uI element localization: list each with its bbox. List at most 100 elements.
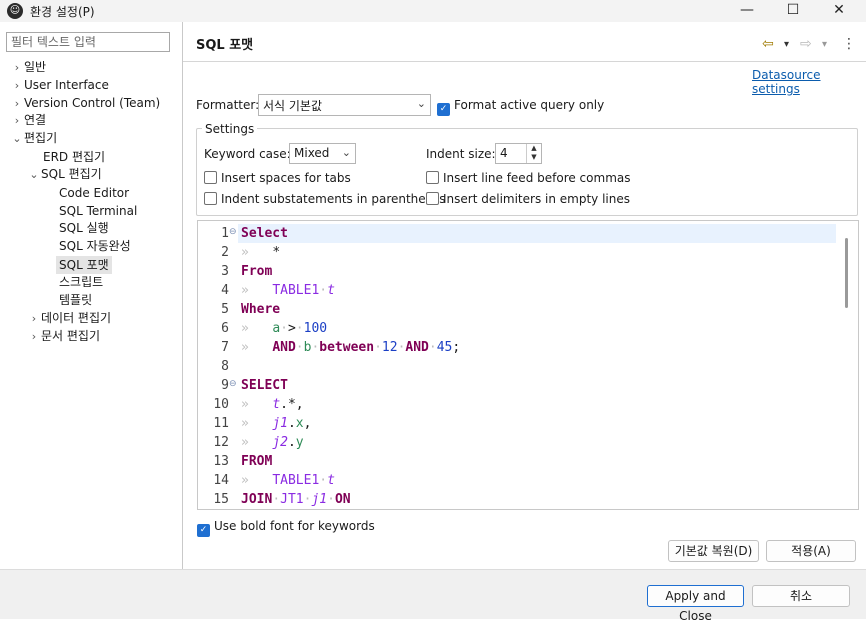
tree-item-label: Version Control (Team) [24, 96, 161, 110]
tree-item-label: 일반 [24, 60, 47, 74]
format-active-query-checkbox[interactable]: ✓ Format active query only [437, 98, 604, 116]
tree-item-scripts[interactable]: 스크립트 [59, 273, 103, 291]
filter-input[interactable] [6, 32, 170, 52]
alias-token: t [272, 397, 281, 412]
back-dropdown-icon[interactable]: ▾ [784, 39, 789, 50]
column-token: y [295, 435, 304, 450]
alias-token: t [327, 473, 335, 488]
tree-item-version-control[interactable]: › Version Control (Team) [10, 94, 160, 112]
number-token: 100 [303, 321, 328, 336]
forward-arrow-icon[interactable]: ⇨ [800, 36, 812, 52]
tree-item-label: 스크립트 [59, 275, 104, 289]
datasource-settings-link[interactable]: Datasource settings [752, 68, 866, 96]
indent-size-value: 4 [500, 146, 508, 160]
chevron-right-icon[interactable]: › [27, 328, 41, 346]
current-line-highlight [238, 224, 836, 243]
back-arrow-icon[interactable]: ⇦ [762, 36, 774, 52]
checkbox-icon[interactable] [204, 171, 217, 184]
insert-delimiters-checkbox[interactable]: Insert delimiters in empty lines [426, 192, 630, 206]
line-number: 11 [213, 416, 229, 431]
bold-keywords-checkbox[interactable]: ✓ Use bold font for keywords [197, 519, 375, 537]
line-number: 13 [213, 454, 229, 469]
chevron-down-icon[interactable]: ⌄ [27, 166, 41, 184]
tree-item-sql-execute[interactable]: SQL 실행 [59, 219, 109, 237]
code-line: » AND·b·between·12·AND·45; [241, 340, 461, 355]
tree-item-sql-editor[interactable]: ⌄ SQL 편집기 [27, 165, 101, 184]
number-token: 45 [436, 340, 453, 355]
tree-item-general[interactable]: › 일반 [10, 58, 46, 76]
view-menu-icon[interactable]: ⋮ [842, 36, 856, 52]
maximize-button[interactable]: ☐ [770, 0, 816, 22]
keyword-case-select[interactable]: Mixed ⌄ [289, 143, 356, 164]
fold-collapse-icon[interactable]: ⊖ [229, 227, 237, 237]
checkbox-icon[interactable] [426, 192, 439, 205]
keyword-token: SELECT [241, 378, 288, 393]
fold-collapse-icon[interactable]: ⊖ [229, 379, 237, 389]
editor-scrollbar-thumb[interactable] [845, 238, 848, 308]
chevron-down-icon: ⌄ [341, 146, 351, 159]
keyword-token: AND [405, 340, 429, 355]
chevron-right-icon[interactable]: › [10, 112, 24, 130]
line-number: 12 [213, 435, 229, 450]
tree-item-sql-format[interactable]: SQL 포맷 [56, 256, 112, 274]
tree-item-connections[interactable]: › 연결 [10, 111, 46, 129]
table-token: TABLE1 [272, 283, 320, 298]
code-line: » t.*, [241, 395, 304, 414]
tab-marker-icon: » [241, 397, 273, 412]
indent-substatements-label: Indent substatements in parentheses [221, 192, 446, 206]
tree-item-templates[interactable]: 템플릿 [59, 291, 92, 309]
restore-defaults-button[interactable]: 기본값 복원(D) [668, 540, 759, 562]
tree-item-label: SQL 실행 [59, 221, 109, 235]
keyword-token: JOIN [241, 492, 273, 507]
keyword-token: ON [334, 492, 351, 507]
tab-marker-icon: » [241, 245, 273, 260]
spinner-arrows-icon[interactable]: ▲ ▼ [526, 144, 541, 163]
line-number: 14 [213, 473, 229, 488]
tree-item-sql-autocomplete[interactable]: SQL 자동완성 [59, 237, 131, 255]
formatter-label: Formatter: [196, 98, 260, 112]
formatter-select[interactable]: 서식 기본값 ⌄ [258, 94, 431, 116]
tree-item-document-editor[interactable]: › 문서 편집기 [27, 327, 100, 345]
apply-button[interactable]: 적용(A) [766, 540, 856, 562]
indent-substatements-checkbox[interactable]: Indent substatements in parentheses [204, 192, 446, 206]
insert-spaces-checkbox[interactable]: Insert spaces for tabs [204, 171, 351, 185]
sash-divider[interactable] [182, 22, 183, 569]
tab-marker-icon: » [241, 340, 273, 355]
checkbox-checked-icon[interactable]: ✓ [197, 524, 210, 537]
tree-item-label: 문서 편집기 [41, 329, 101, 343]
chevron-down-icon[interactable]: ⌄ [10, 130, 24, 148]
cancel-button[interactable]: 취소 [752, 585, 850, 607]
tree-item-code-editor[interactable]: Code Editor [59, 184, 129, 202]
tree-item-data-editor[interactable]: › 데이터 편집기 [27, 309, 111, 327]
sql-preview-editor[interactable]: 1 2 3 4 5 6 7 8 9 10 11 12 13 14 15 ⊖ ⊖ … [197, 220, 859, 510]
indent-size-label: Indent size: [426, 147, 496, 161]
line-number-gutter: 1 2 3 4 5 6 7 8 9 10 11 12 13 14 15 ⊖ ⊖ [198, 221, 238, 509]
code-line: FROM [241, 452, 272, 471]
tree-item-sql-terminal[interactable]: SQL Terminal [59, 202, 137, 220]
minimize-button[interactable]: — [724, 0, 770, 22]
code-line: » j1.x, [241, 416, 312, 431]
checkbox-checked-icon[interactable]: ✓ [437, 103, 450, 116]
close-button[interactable]: ✕ [816, 0, 862, 22]
insert-delimiters-label: Insert delimiters in empty lines [443, 192, 630, 206]
line-number: 8 [221, 359, 229, 374]
chevron-right-icon[interactable]: › [10, 59, 24, 77]
alias-token: t [327, 283, 335, 298]
insert-line-feed-checkbox[interactable]: Insert line feed before commas [426, 171, 630, 185]
number-token: 12 [381, 340, 398, 355]
chevron-right-icon[interactable]: › [10, 77, 24, 95]
format-active-label: Format active query only [454, 98, 605, 112]
forward-dropdown-icon[interactable]: ▾ [822, 39, 827, 50]
indent-size-spinner[interactable]: 4 ▲ ▼ [495, 143, 542, 164]
tree-item-label: ERD 편집기 [43, 150, 106, 164]
checkbox-icon[interactable] [204, 192, 217, 205]
chevron-right-icon[interactable]: › [27, 310, 41, 328]
tree-item-erd-editor[interactable]: ERD 편집기 [43, 148, 105, 166]
tree-item-user-interface[interactable]: › User Interface [10, 76, 109, 94]
tree-item-editors[interactable]: ⌄ 편집기 [10, 129, 57, 147]
code-line: JOIN·JT1·j1·ON [241, 492, 351, 507]
column-token: a [272, 321, 281, 336]
checkbox-icon[interactable] [426, 171, 439, 184]
apply-and-close-button[interactable]: Apply and Close [647, 585, 744, 623]
operator-token: .*, [280, 397, 304, 412]
